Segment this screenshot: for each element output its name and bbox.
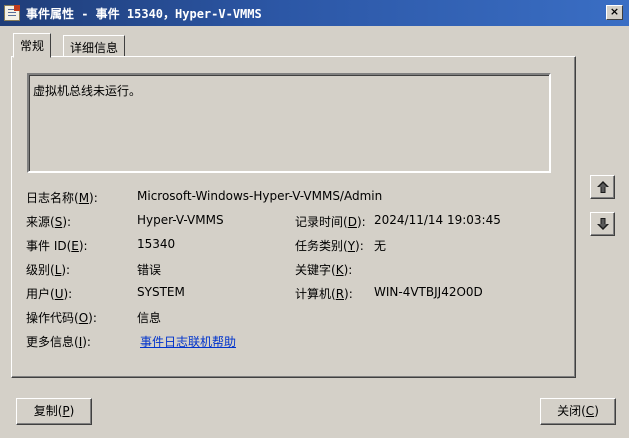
next-event-button[interactable] xyxy=(590,212,615,236)
window-title: 事件属性 - 事件 15340，Hyper-V-VMMS xyxy=(26,7,262,21)
previous-event-button[interactable] xyxy=(590,175,615,199)
arrow-up-icon xyxy=(597,181,609,193)
level-value: 错误 xyxy=(137,263,162,277)
logged-label: 记录时间(D): xyxy=(295,215,366,229)
close-button[interactable]: 关闭(C) xyxy=(540,398,616,425)
window-close-button[interactable]: × xyxy=(606,5,623,20)
keywords-label: 关键字(K): xyxy=(295,263,353,277)
log-name-label: 日志名称(M): xyxy=(26,191,98,205)
opcode-label: 操作代码(O): xyxy=(26,311,97,325)
task-category-value: 无 xyxy=(374,239,387,253)
arrow-down-icon xyxy=(597,218,609,230)
copy-button[interactable]: 复制(P) xyxy=(16,398,92,425)
computer-label: 计算机(R): xyxy=(295,287,353,301)
event-id-value: 15340 xyxy=(137,237,176,251)
user-value: SYSTEM xyxy=(137,285,185,299)
title-bar: 事件属性 - 事件 15340，Hyper-V-VMMS × xyxy=(0,0,629,26)
more-info-label: 更多信息(I): xyxy=(26,335,91,349)
source-value: Hyper-V-VMMS xyxy=(137,213,224,227)
computer-value: WIN-4VTBJJ42O0D xyxy=(374,285,483,299)
tab-details[interactable]: 详细信息 xyxy=(63,35,126,57)
event-description[interactable]: 虚拟机总线未运行。 xyxy=(27,73,551,173)
level-label: 级别(L): xyxy=(26,263,71,277)
logged-value: 2024/11/14 19:03:45 xyxy=(374,213,501,227)
online-help-link[interactable]: 事件日志联机帮助 xyxy=(140,333,236,350)
task-category-label: 任务类别(Y): xyxy=(295,239,364,253)
log-name-value: Microsoft-Windows-Hyper-V-VMMS/Admin xyxy=(137,189,383,203)
event-viewer-icon xyxy=(4,5,20,21)
source-label: 来源(S): xyxy=(26,215,72,229)
opcode-value: 信息 xyxy=(137,311,162,325)
user-label: 用户(U): xyxy=(26,287,73,301)
tab-general[interactable]: 常规 xyxy=(13,33,52,58)
event-id-label: 事件 ID(E): xyxy=(26,239,88,253)
